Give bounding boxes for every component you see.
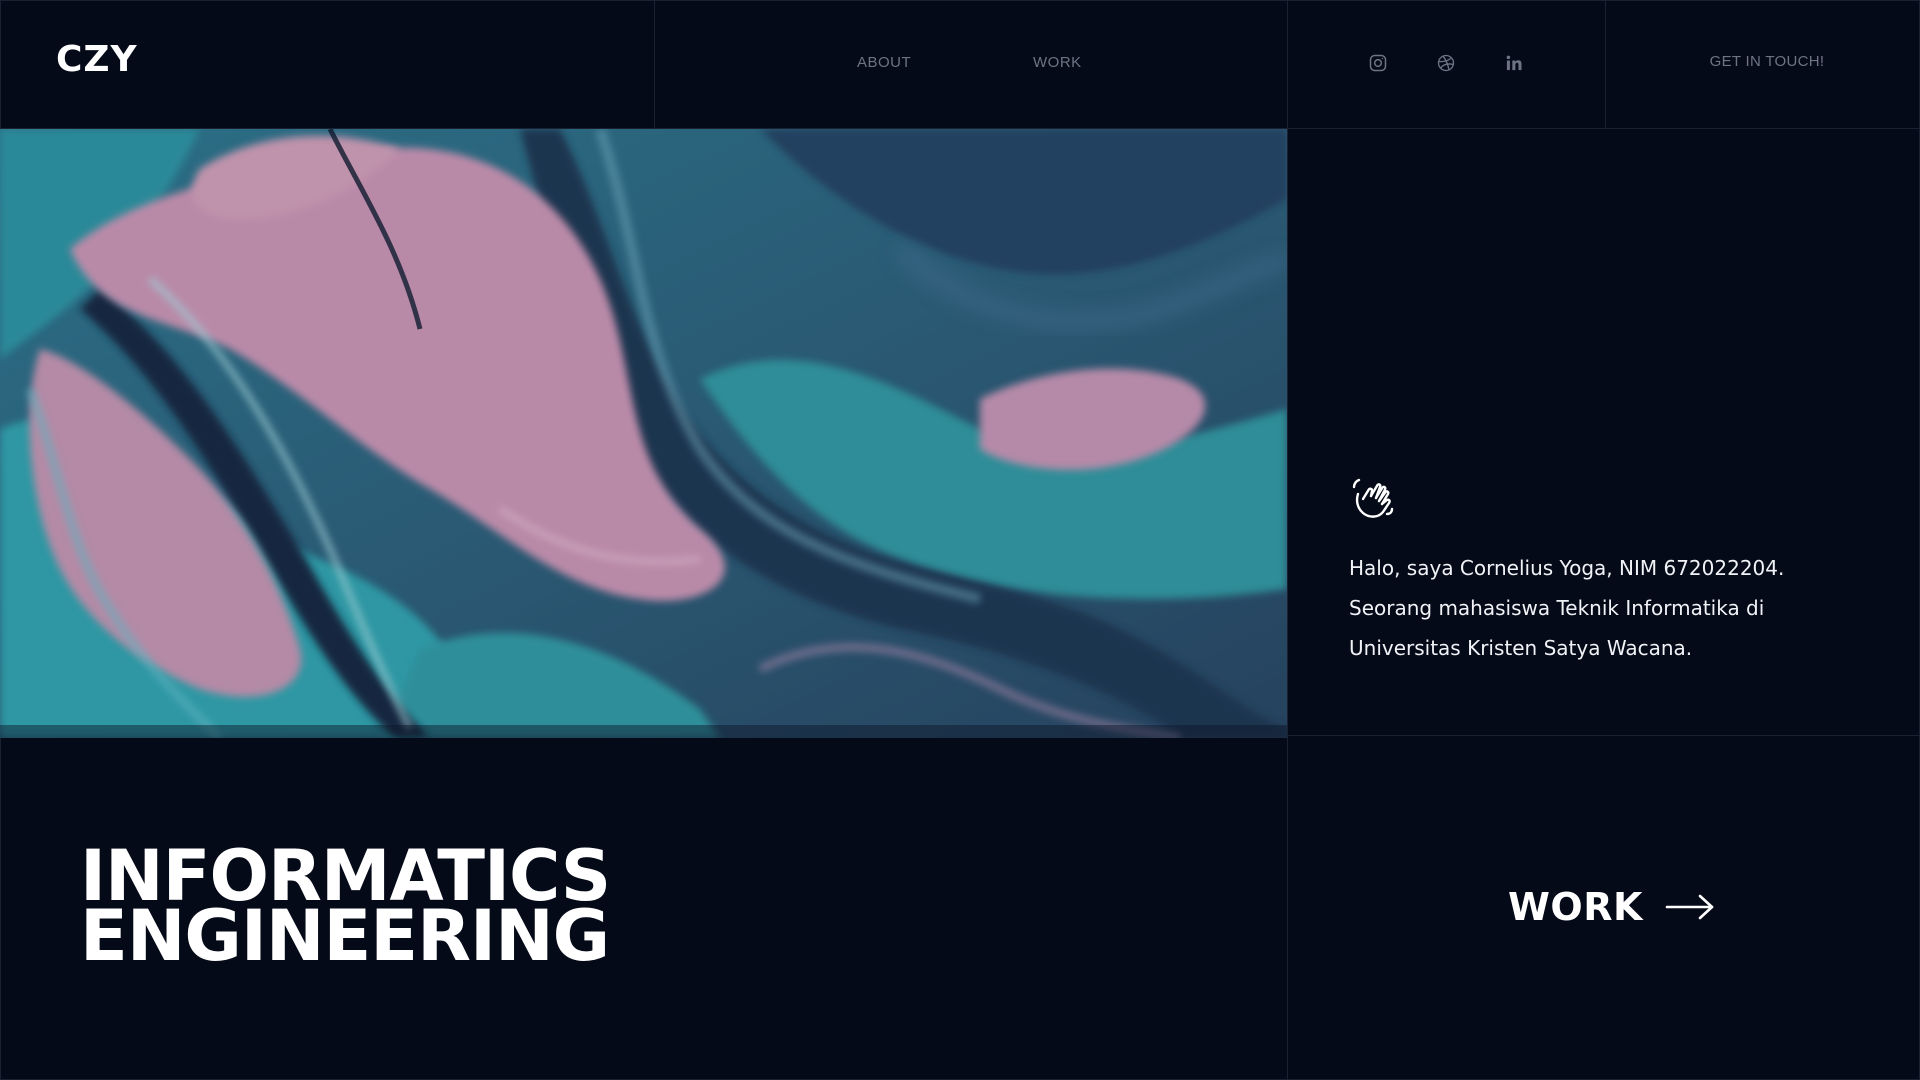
headline-line-2: ENGINEERING — [80, 895, 610, 977]
dribbble-icon[interactable] — [1435, 52, 1457, 74]
page-headline: INFORMATICS ENGINEERING — [80, 841, 611, 977]
intro-divider — [1287, 735, 1920, 736]
get-in-touch-link[interactable]: GET IN TOUCH! — [1607, 53, 1920, 70]
portfolio-page: CZY ABOUT WORK GET IN TOUCH! Halo, saya … — [0, 0, 1920, 1080]
column-divider — [1287, 0, 1288, 1080]
linkedin-icon[interactable] — [1503, 52, 1525, 74]
instagram-icon[interactable] — [1367, 52, 1389, 74]
waving-hand-icon — [1348, 474, 1396, 522]
work-link-label: WORK — [1508, 885, 1643, 929]
header-divider-cta — [1605, 0, 1606, 128]
arrow-right-icon — [1665, 894, 1714, 920]
hero-image — [0, 129, 1287, 738]
intro-line: Halo, saya Cornelius Yoga, NIM 672022204… — [1349, 556, 1785, 580]
nav-about-link[interactable]: ABOUT — [857, 53, 911, 73]
nav-work-link[interactable]: WORK — [1033, 53, 1082, 73]
site-logo[interactable]: CZY — [56, 38, 138, 82]
work-link[interactable]: WORK — [1508, 882, 1715, 932]
page-border-top — [0, 0, 1920, 1]
intro-line: Seorang mahasiswa Teknik Informatika di — [1349, 596, 1765, 620]
intro-line: Universitas Kristen Satya Wacana. — [1349, 636, 1693, 660]
intro-text: Halo, saya Cornelius Yoga, NIM 672022204… — [1349, 548, 1829, 668]
header-divider-logo — [654, 0, 655, 128]
